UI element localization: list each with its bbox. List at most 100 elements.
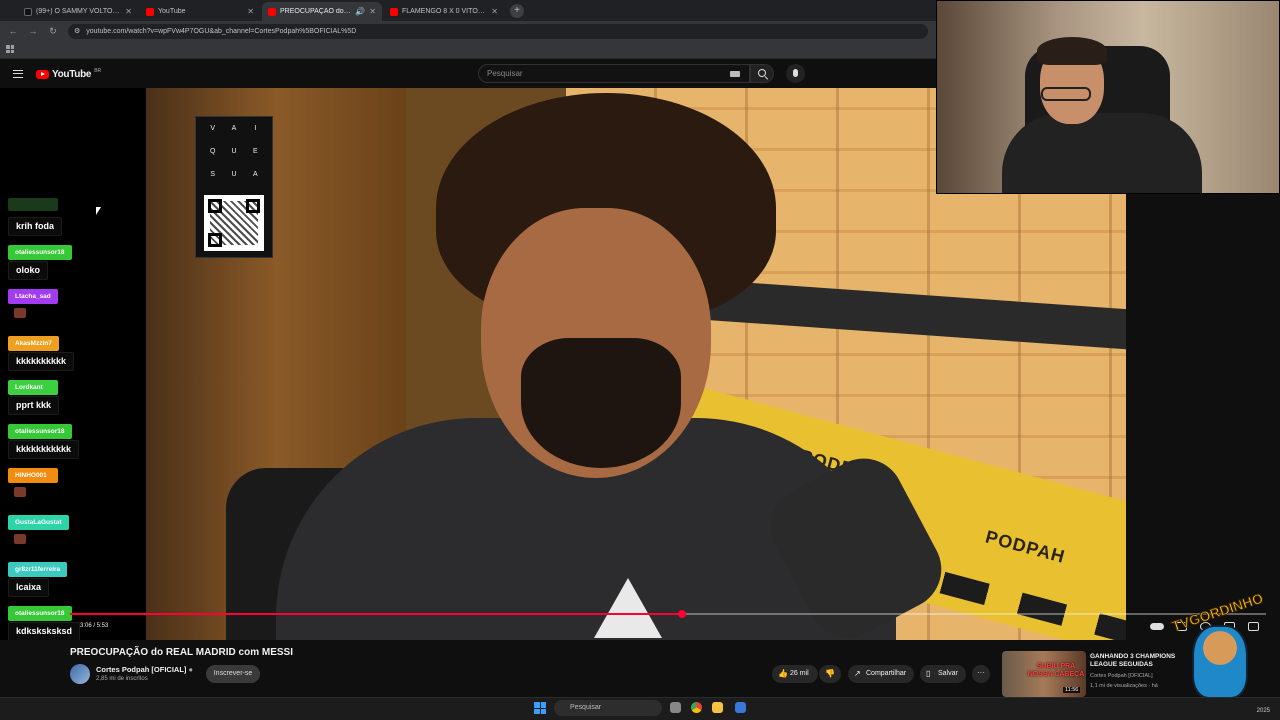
chat-message: otaliessunsor18 kdksksksksd — [8, 602, 138, 641]
chat-username[interactable]: otaliessunsor18 — [8, 424, 72, 439]
like-button[interactable]: 👍 26 mil — [772, 665, 818, 683]
close-tab-icon[interactable]: ✕ — [491, 7, 498, 16]
qr-letters: V A I Q U E S U A — [209, 125, 258, 178]
country-code: BR — [94, 67, 102, 74]
chat-username[interactable]: GustaLaGustat — [8, 515, 69, 530]
tab-title: FLAMENGO 8 X 0 VITÓRIA | M — [402, 8, 488, 15]
recommended-video-duration: 11:56 — [1063, 687, 1081, 693]
system-tray-date: 2025 — [1256, 708, 1270, 714]
chat-emote-icon — [14, 487, 26, 497]
mail-icon[interactable] — [735, 702, 746, 713]
tiktok-icon — [24, 7, 32, 16]
chat-username[interactable]: Ltacha_sad — [8, 289, 58, 304]
chat-username[interactable]: Lordkant — [8, 380, 58, 395]
browser-tab-1[interactable]: (99+) O SAMMY VOLTOU ATRÁS ✕ — [18, 2, 138, 21]
chat-text: kkkkkkkkkk — [8, 352, 75, 371]
taskbar-search[interactable]: Pesquisar — [554, 700, 662, 716]
url-text: youtube.com/watch?v=wpFVw4P7OGU&ab_chann… — [86, 27, 357, 35]
share-button[interactable]: ↗ Compartilhar — [848, 665, 915, 683]
save-button[interactable]: ▯ Salvar — [920, 665, 966, 683]
qr-card: V A I Q U E S U A — [195, 116, 273, 258]
chat-username[interactable]: otaliessunsor18 — [8, 245, 72, 260]
chat-username[interactable] — [8, 198, 58, 211]
mascot-icon — [1192, 625, 1248, 699]
task-view-icon[interactable] — [670, 702, 681, 713]
chat-username[interactable]: HINHO001 — [8, 468, 58, 483]
like-count: 26 mil — [790, 670, 809, 677]
share-icon: ↗ — [854, 669, 861, 678]
address-bar[interactable]: ⚙ youtube.com/watch?v=wpFVw4P7OGU&ab_cha… — [68, 23, 928, 39]
keyboard-icon[interactable] — [730, 71, 740, 77]
qr-code-icon — [204, 195, 264, 251]
browser-tab-2[interactable]: YouTube ✕ — [140, 2, 260, 21]
new-tab-button[interactable]: + — [510, 4, 524, 18]
tape-text: PODPAH — [983, 526, 1068, 568]
chat-message: GustaLaGustat — [8, 511, 138, 553]
channel-name[interactable]: Cortes Podpah [OFICIAL] ● — [96, 665, 193, 674]
browser-tab-3[interactable]: PREOCUPAÇÃO do REAL M 🔊 ✕ — [262, 2, 382, 21]
tab-title: PREOCUPAÇÃO do REAL M — [280, 8, 351, 15]
chat-username[interactable]: AkasMzzin7 — [8, 336, 59, 351]
recommended-video-channel[interactable]: Cortes Podpah [OFICIAL] — [1090, 673, 1153, 679]
tab-title: (99+) O SAMMY VOLTOU ATRÁS — [36, 8, 121, 15]
chat-text: pprt kkk — [8, 396, 60, 415]
video-time: 3:06 / 5:53 — [80, 623, 109, 629]
bookmark-icon: ▯ — [926, 669, 931, 678]
streamer-webcam — [936, 0, 1280, 194]
apps-grid-icon[interactable] — [6, 45, 14, 53]
channel-avatar[interactable] — [70, 664, 90, 684]
video-title: PREOCUPAÇÃO do REAL MADRID com MESSI — [70, 647, 293, 658]
youtube-logo[interactable]: YouTube BR — [36, 67, 102, 80]
chat-text: krih foda — [8, 217, 63, 236]
chat-text: oloko — [8, 261, 48, 280]
voice-search-button[interactable] — [786, 64, 805, 83]
thumbs-up-icon: 👍 — [778, 669, 788, 678]
chat-message: AkasMzzin7 kkkkkkkkkk — [8, 332, 138, 371]
chat-username[interactable]: otaliessunsor18 — [8, 606, 72, 621]
chat-message: HINHO001 — [8, 464, 138, 506]
browser-tab-4[interactable]: FLAMENGO 8 X 0 VITÓRIA | M ✕ — [384, 2, 504, 21]
screen: (99+) O SAMMY VOLTOU ATRÁS ✕ YouTube ✕ P… — [0, 0, 1280, 720]
webcam-person-hair — [1037, 37, 1107, 65]
thumbs-down-icon: 👎 — [825, 669, 835, 678]
chat-username[interactable]: gr8zr11ferreira — [8, 562, 68, 577]
file-explorer-icon[interactable] — [712, 702, 723, 713]
chat-emote-icon — [14, 308, 26, 318]
chat-message: Ltacha_sad — [8, 285, 138, 327]
speaker-icon[interactable]: 🔊 — [355, 7, 365, 16]
subscriber-count: 2,85 mi de inscritos — [96, 676, 148, 682]
progress-played — [70, 613, 683, 615]
tab-title: YouTube — [158, 8, 186, 15]
chat-overlay: krih foda otaliessunsor18 oloko Ltacha_sad A… — [8, 198, 138, 690]
close-tab-icon[interactable]: ✕ — [125, 7, 132, 16]
chrome-icon[interactable] — [691, 702, 702, 713]
autoplay-toggle[interactable] — [1150, 623, 1164, 630]
recommended-video-views: 1,1 mi de visualizações · há — [1090, 683, 1158, 689]
close-tab-icon[interactable]: ✕ — [369, 7, 376, 16]
subscribe-button[interactable]: Inscrever-se — [206, 665, 260, 683]
windows-start-icon[interactable] — [534, 702, 546, 714]
chat-emote-icon — [14, 534, 26, 544]
close-tab-icon[interactable]: ✕ — [247, 7, 254, 16]
reload-icon[interactable]: ↻ — [48, 26, 58, 37]
mouse-cursor-icon — [96, 207, 101, 215]
search-button[interactable] — [750, 64, 774, 83]
webcam-glasses — [1041, 87, 1091, 101]
thumbnail-text: SUBIU PRA NOSSA CABEÇA — [1027, 663, 1085, 678]
site-info-icon[interactable]: ⚙ — [74, 27, 80, 35]
chat-message: Lordkant pprt kkk — [8, 376, 138, 415]
youtube-wordmark: YouTube — [52, 69, 92, 80]
back-icon[interactable]: ← — [8, 26, 18, 36]
dislike-button[interactable]: 👎 — [819, 665, 841, 683]
search-input[interactable]: Pesquisar — [478, 64, 750, 83]
youtube-icon — [268, 7, 276, 16]
chat-message: otaliessunsor18 kkkkkkkkkkk — [8, 420, 138, 459]
menu-icon[interactable] — [13, 70, 23, 78]
chat-text: lcaixa — [8, 578, 50, 597]
forward-icon[interactable]: → — [28, 26, 38, 36]
video-progress-bar[interactable] — [70, 610, 1266, 618]
search-icon — [758, 69, 766, 77]
chat-message: otaliessunsor18 oloko — [8, 241, 138, 280]
more-actions-button[interactable]: ··· — [972, 665, 990, 683]
webcam-person-body — [1002, 113, 1202, 193]
